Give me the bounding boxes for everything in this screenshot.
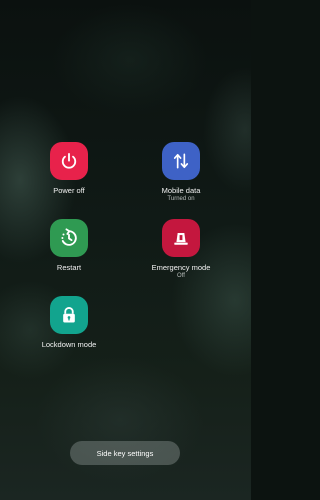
data-arrows-icon [173, 153, 189, 169]
emergency-light-icon [174, 233, 188, 245]
mobile-data-status: Turned on [167, 196, 195, 202]
mobile-data-button[interactable]: Mobile data Turned on [136, 142, 226, 203]
mobile-data-tile[interactable] [162, 142, 200, 180]
mobile-data-label: Mobile data [161, 186, 201, 195]
side-key-settings-button[interactable]: Side key settings [70, 441, 180, 465]
side-key-settings-label: Side key settings [96, 448, 154, 458]
lockdown-mode-button[interactable]: Lockdown mode [24, 296, 114, 349]
restart-label: Restart [56, 263, 82, 272]
lockdown-mode-tile[interactable] [50, 296, 88, 334]
power-off-label: Power off [53, 186, 85, 195]
restart-button[interactable]: Restart [24, 219, 114, 272]
emergency-mode-status: Off [177, 273, 185, 279]
emergency-mode-button[interactable]: Emergency mode Off [136, 219, 226, 280]
power-icon [61, 153, 77, 169]
power-off-button[interactable]: Power off [24, 142, 114, 195]
lock-icon [63, 307, 75, 323]
power-off-tile[interactable] [50, 142, 88, 180]
emergency-mode-tile[interactable] [162, 219, 200, 257]
restart-icon [61, 228, 77, 246]
emergency-mode-label: Emergency mode [151, 263, 211, 272]
restart-tile[interactable] [50, 219, 88, 257]
lockdown-mode-label: Lockdown mode [41, 340, 97, 349]
